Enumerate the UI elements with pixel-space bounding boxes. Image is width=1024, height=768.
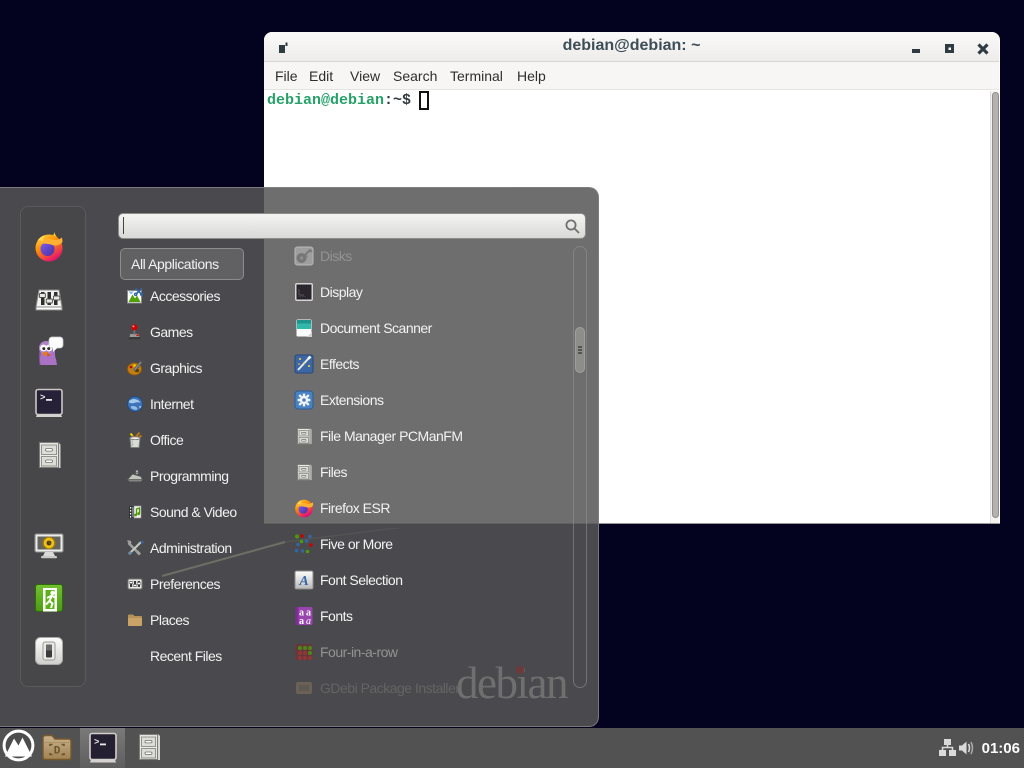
svg-text:a: a (306, 616, 311, 626)
svg-text:a: a (299, 616, 304, 626)
svg-text:>: > (94, 738, 99, 748)
svg-text:>: > (40, 393, 45, 403)
svg-text:A: A (298, 574, 308, 589)
svg-text:D: D (54, 746, 61, 758)
